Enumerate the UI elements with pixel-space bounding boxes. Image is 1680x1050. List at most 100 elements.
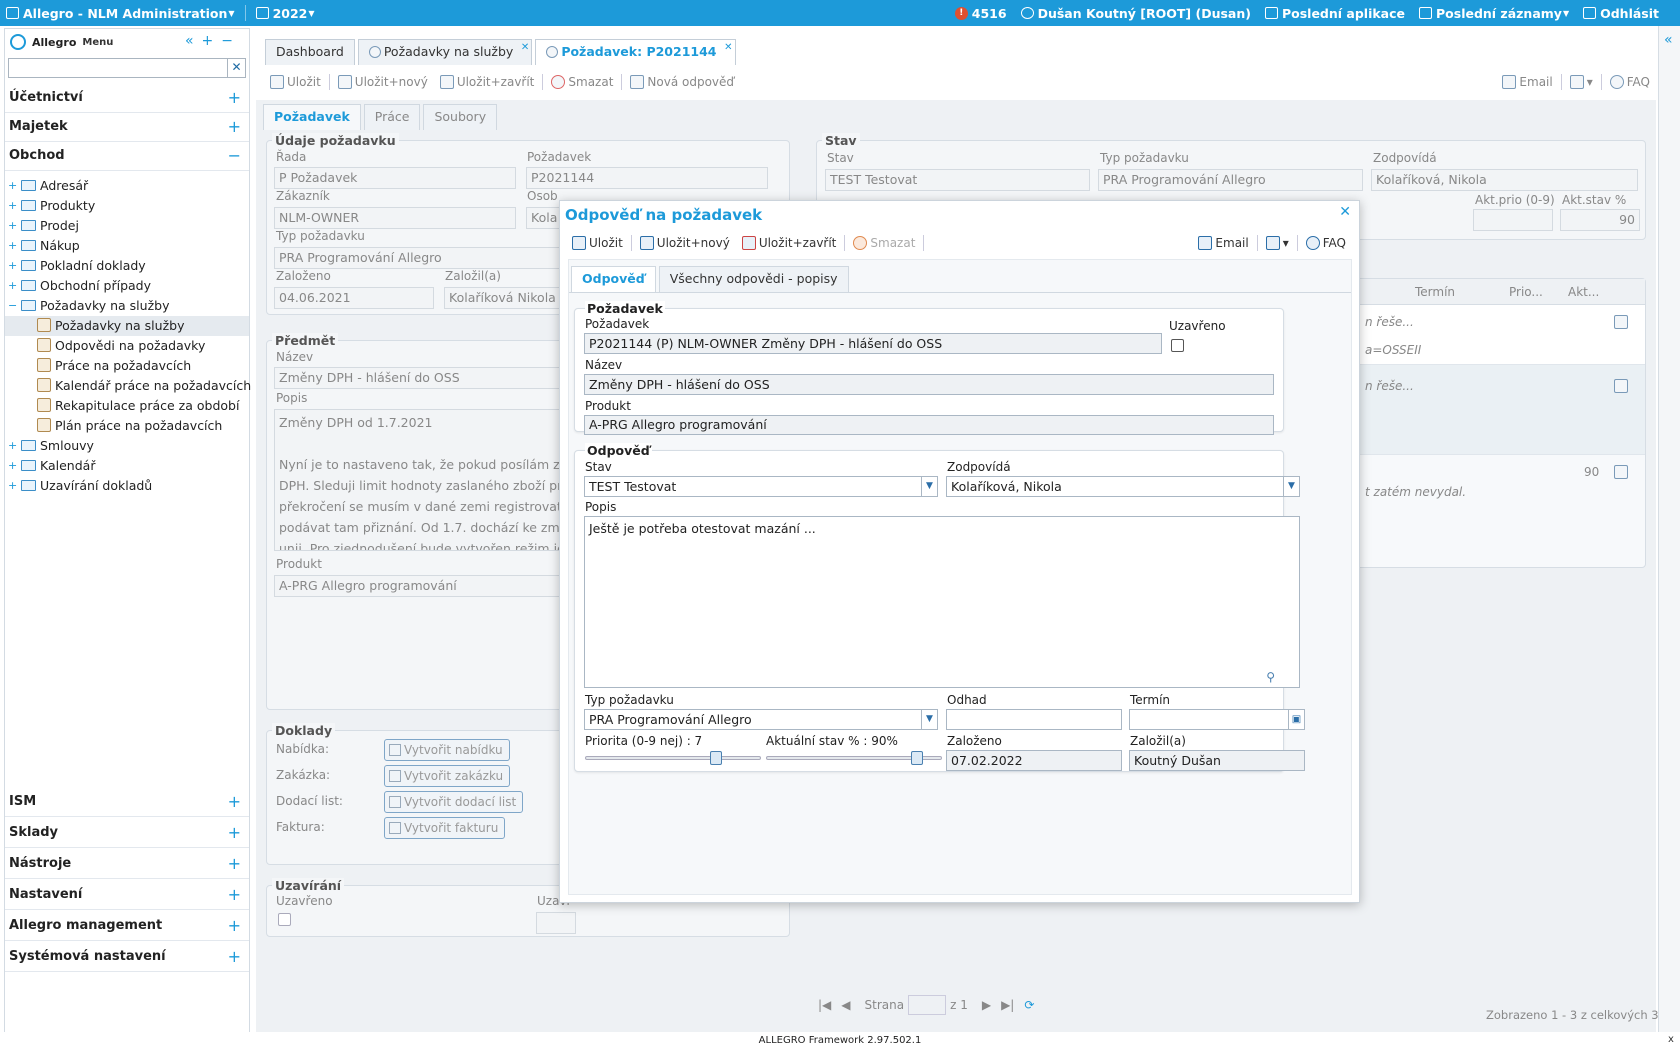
footer-close-icon[interactable]: x [1668,1034,1674,1045]
pozadavek-field[interactable]: P2021144 [526,167,768,189]
delete-button[interactable]: Smazat [545,75,619,89]
rada-field[interactable]: P Požadavek [274,167,516,189]
sidebar-section[interactable]: Nástroje + [5,849,249,879]
menu-tree-item[interactable]: + Adresář [5,176,249,196]
tab-odpoved[interactable]: Odpověď [571,266,656,292]
dialog-faq-button[interactable]: FAQ [1300,236,1352,250]
stav-select[interactable]: TEST Testovat ▼ [584,476,938,497]
save-close-button[interactable]: Uložit+zavřít [434,75,541,89]
uzavreno-checkbox[interactable] [1171,339,1184,352]
last-page-icon[interactable]: ▶| [1001,998,1014,1012]
sidebar-section[interactable]: Účetnictví + [5,83,249,113]
zodpovida-select[interactable]: Kolaříková, Nikola ▼ [946,476,1300,497]
tab-dashboard[interactable]: Dashboard [265,39,355,65]
subtab-prace[interactable]: Práce [363,104,421,130]
dialog-save-new-button[interactable]: Uložit+nový [634,236,736,250]
edit-icon[interactable] [1614,379,1628,393]
subtab-soubory[interactable]: Soubory [423,104,498,130]
menu-tree-item[interactable]: Práce na požadavcích [5,356,249,376]
menu-tree-item[interactable]: + Produkty [5,196,249,216]
menu-tree-item[interactable]: + Obchodní případy [5,276,249,296]
menu-tree-item[interactable]: Kalendář práce na požadavcích [5,376,251,396]
clear-icon[interactable]: ✕ [227,59,245,77]
sidebar-section[interactable]: Systémová nastavení + [5,942,249,972]
close-icon[interactable]: ✕ [521,36,529,60]
sidebar-section[interactable]: Sklady + [5,818,249,848]
expand-icon[interactable]: + [8,176,17,196]
menu-tree-item[interactable]: Odpovědi na požadavky [5,336,249,356]
save-button[interactable]: Uložit [264,75,327,89]
aktstav-field[interactable]: 90 [1560,209,1640,231]
faq-button[interactable]: FAQ [1604,75,1656,89]
expand-icon[interactable]: + [228,112,241,142]
nazev-field[interactable]: Změny DPH - hlášení do OSS [274,367,594,389]
chevron-down-icon[interactable]: ▼ [921,710,937,729]
menu-tree-item[interactable]: + Smlouvy [5,436,249,456]
zakaznik-field[interactable]: NLM-OWNER [274,207,516,229]
recent-records-button[interactable]: Poslední záznamy ▼ [1412,6,1576,21]
alerts-button[interactable]: ! 4516 [948,6,1014,21]
tab-pozadavky[interactable]: Požadavky na služby ✕ [357,36,533,65]
expand-icon[interactable]: + [8,216,17,236]
menu-tree-item[interactable]: + Uzavírání dokladů [5,476,249,496]
expand-icon[interactable]: + [228,880,241,910]
expand-icon[interactable]: + [8,456,17,476]
app-menu[interactable]: Allegro - NLM Administration ▼ [0,6,241,21]
close-icon[interactable]: ✕ [1339,204,1351,220]
menu-tree-item[interactable]: + Kalendář [5,456,249,476]
bg-typ-field[interactable]: PRA Programování Allegro [1098,169,1363,191]
menu-tree-item[interactable]: Rekapitulace práce za období [5,396,249,416]
sidebar-section[interactable]: Nastavení + [5,880,249,910]
refresh-icon[interactable]: ⟳ [1024,998,1034,1012]
bg-zodpovida-field[interactable]: Kolaříková, Nikola [1371,169,1638,191]
typ-select[interactable]: PRA Programování Allegro ▼ [584,709,938,730]
zoom-icon[interactable]: ⚲ [1266,668,1275,687]
chevron-down-icon[interactable]: ▼ [921,477,937,496]
expand-icon[interactable]: + [228,849,241,879]
uzavreno-checkbox[interactable] [278,913,291,926]
page-input[interactable] [908,995,947,1015]
dialog-print-button[interactable]: ▾ [1260,236,1295,250]
menu-tree-item[interactable]: + Pokladní doklady [5,256,249,276]
sidebar-section[interactable]: Majetek + [5,112,249,142]
expand-icon[interactable]: + [228,83,241,113]
bg-stav-field[interactable]: TEST Testovat [825,169,1090,191]
sidebar-controls[interactable]: «+− [185,33,241,49]
expand-icon[interactable]: + [8,236,17,256]
slider-thumb[interactable] [911,751,923,765]
dialog-delete-button[interactable]: Smazat [847,236,921,250]
expand-icon[interactable]: + [8,256,17,276]
collapse-icon[interactable]: − [8,296,17,316]
logout-button[interactable]: Odhlásit [1576,6,1666,21]
typ-field[interactable]: PRA Programování Allegro [274,247,594,269]
menu-tree-item[interactable]: + Nákup [5,236,249,256]
new-reply-button[interactable]: Nová odpověď [624,75,740,89]
chevron-down-icon[interactable]: ▼ [1283,477,1299,496]
menu-search-input[interactable]: ✕ [8,58,246,78]
first-page-icon[interactable]: |◀ [818,998,831,1012]
dialog-save-button[interactable]: Uložit [570,236,629,250]
popis-field[interactable]: Změny DPH od 1.7.2021 Nyní je to nastave… [274,409,594,551]
slider-thumb[interactable] [710,751,723,765]
sidebar-section[interactable]: Obchod − [5,141,249,171]
dialog-email-button[interactable]: Email [1192,236,1254,250]
odhad-input[interactable] [946,709,1122,730]
email-button[interactable]: Email [1496,75,1558,89]
priorita-slider[interactable] [585,751,761,765]
popis-textarea[interactable]: Ještě je potřeba otestovat mazání ... ⚲ [584,516,1300,688]
close-icon[interactable]: ✕ [724,36,732,60]
menu-tree-item[interactable]: Požadavky na služby [5,316,249,336]
collapse-icon[interactable]: − [228,141,241,171]
recent-apps-button[interactable]: Poslední aplikace [1258,6,1412,21]
create-invoice-button[interactable]: Vytvořit fakturu [384,817,506,839]
subtab-pozadavek[interactable]: Požadavek [263,104,361,130]
create-offer-button[interactable]: Vytvořit nabídku [384,739,510,761]
aktstav-slider[interactable] [766,751,942,765]
user-menu[interactable]: Dušan Koutný [ROOT] (Dusan) [1014,6,1258,21]
expand-icon[interactable]: + [228,818,241,848]
menu-tree-item[interactable]: + Prodej [5,216,249,236]
tab-pozadavek-detail[interactable]: Požadavek: P2021144 ✕ [535,36,736,65]
prev-page-icon[interactable]: ◀ [841,998,850,1012]
menu-tree-item[interactable]: − Požadavky na služby [5,296,249,316]
edit-icon[interactable] [1614,465,1628,479]
